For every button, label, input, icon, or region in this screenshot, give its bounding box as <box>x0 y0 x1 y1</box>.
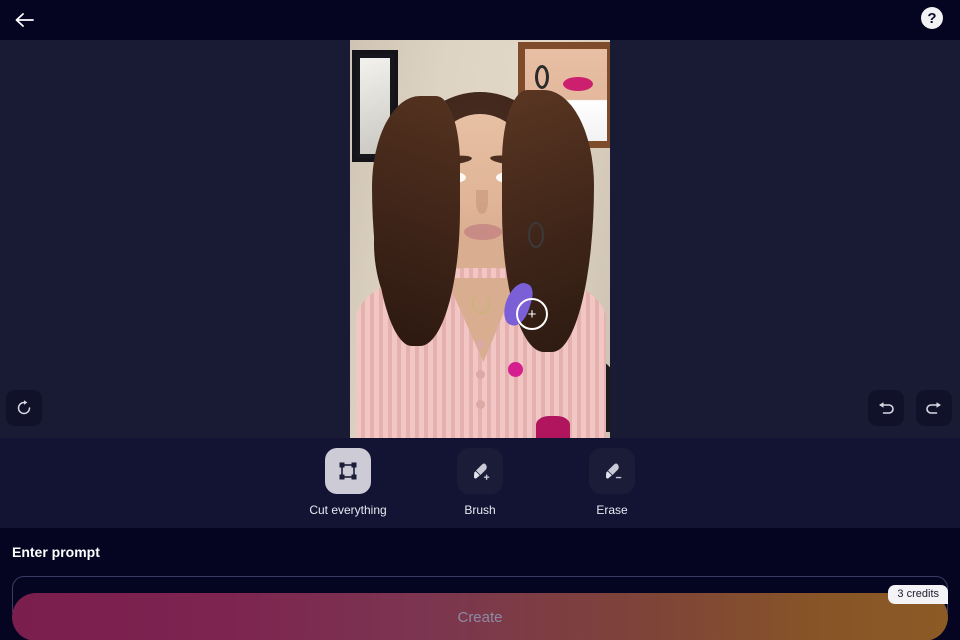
mask-stroke-dot <box>508 362 523 377</box>
photo-mirror-earring <box>535 65 549 89</box>
prompt-label: Enter prompt <box>12 544 100 560</box>
undo-button[interactable] <box>868 390 904 426</box>
top-bar: ? <box>0 0 960 40</box>
tool-brush[interactable]: Brush <box>435 448 525 517</box>
prompt-area: Enter prompt Create 3 credits <box>0 528 960 640</box>
back-button[interactable] <box>8 4 42 36</box>
photo-cardigan-button <box>476 340 485 349</box>
mask-stroke-bottom <box>536 416 570 438</box>
question-mark-icon: ? <box>921 7 943 29</box>
create-button[interactable]: Create <box>12 593 948 640</box>
tool-bar: Cut everything Brush Erase <box>0 438 960 528</box>
redo-arrow-icon <box>924 399 944 417</box>
image-canvas[interactable] <box>350 40 610 438</box>
brush-minus-icon <box>589 448 635 494</box>
photo-earring <box>528 222 544 248</box>
tool-erase[interactable]: Erase <box>567 448 657 517</box>
photo-lips <box>464 224 502 240</box>
image-editor-screen: ? + Cut everything Brush Erase Enter pro… <box>0 0 960 640</box>
tool-list: Cut everything Brush Erase <box>0 448 960 517</box>
photo-mirror-lips <box>563 77 593 91</box>
reset-button[interactable] <box>6 390 42 426</box>
arrow-left-icon <box>14 11 36 29</box>
photo-cardigan-button <box>476 370 485 379</box>
refresh-icon <box>15 399 33 417</box>
tool-label: Brush <box>464 503 496 517</box>
tool-label: Erase <box>596 503 628 517</box>
credits-badge: 3 credits <box>888 585 948 604</box>
undo-arrow-icon <box>876 399 896 417</box>
photo-necklace <box>472 292 490 314</box>
photo-cardigan-button <box>476 400 485 409</box>
help-button[interactable]: ? <box>918 4 946 32</box>
photo-nose <box>476 190 488 214</box>
brush-plus-icon <box>457 448 503 494</box>
crop-frame-icon <box>325 448 371 494</box>
redo-button[interactable] <box>916 390 952 426</box>
tool-label: Cut everything <box>309 503 387 517</box>
tool-cut-everything[interactable]: Cut everything <box>303 448 393 517</box>
edited-photo <box>350 40 610 438</box>
canvas-stage[interactable]: + <box>0 40 960 438</box>
